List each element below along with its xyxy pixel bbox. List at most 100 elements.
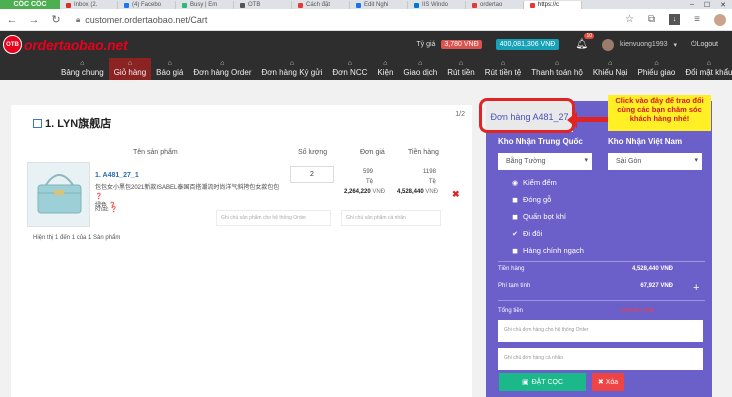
url-text: customer.ordertaobao.net/Cart [85, 14, 208, 25]
browser-tab[interactable]: (4) Facebo [118, 1, 176, 9]
fee-label: Phí tạm tính [498, 283, 531, 289]
menu-item[interactable]: ⌂ Khiếu Nại [588, 58, 633, 80]
menu-label: Thanh toán hộ [531, 68, 583, 77]
menu-icon: ⌂ [608, 60, 613, 67]
menu-icon: ⌂ [220, 60, 225, 67]
amount-vnd-value: 4,528,440 [397, 189, 424, 195]
total-label: Tổng tiền [498, 308, 524, 314]
menu-item[interactable]: ⌂ Đổi mật khẩu [680, 58, 732, 80]
balance-badge[interactable]: 400,081,306 VNĐ [495, 39, 560, 50]
product-name-text: 包包女小黑包2021新款ISABEL泰国百搭潮流时尚洋气斜挎包女款包包 [95, 185, 280, 191]
browser-tab[interactable]: IIS Windo [408, 1, 466, 9]
warehouse-vn-select[interactable]: Sài Gòn ▾ [608, 153, 702, 170]
tab-favicon-icon [414, 2, 419, 8]
browser-tab[interactable]: Inbox (2. [60, 1, 118, 9]
download-icon[interactable]: ↓ [669, 14, 681, 25]
tab-label: Busy | Em [190, 2, 218, 8]
star-icon[interactable]: ☆ [625, 14, 634, 25]
browser-logo[interactable]: CỐC CỐC [0, 0, 60, 9]
menu-item[interactable]: ⌂ Thanh toán hộ [526, 58, 588, 80]
menu-item[interactable]: ⌂ Kiện [372, 58, 398, 80]
col-unit-price: Đơn giá [360, 149, 385, 156]
menu-item[interactable]: ⌂ Rút tiền tệ [480, 58, 526, 80]
browser-tab[interactable]: https://c [524, 1, 582, 9]
shop-checkbox[interactable] [33, 118, 42, 128]
amount-cny: 1198 Tệ [423, 167, 436, 187]
browser-tab[interactable]: OTB [234, 1, 292, 9]
service-option[interactable]: ◼ Quấn bọt khí [511, 212, 566, 221]
menu-item[interactable]: ⌂ Đơn NCC [327, 58, 372, 80]
menu-label: Khiếu Nại [592, 68, 628, 77]
menu-item[interactable]: ⌂ Giao dịch [398, 58, 442, 80]
service-option[interactable]: ◉ Kiểm đếm [511, 178, 557, 187]
menu-icon: ⌂ [127, 60, 133, 67]
deposit-button[interactable]: ▣ ĐẶT CỌC [499, 373, 586, 391]
help-icon[interactable]: ❓ [95, 194, 102, 200]
service-icon: ◼ [512, 213, 518, 221]
notification-count: 10 [584, 33, 595, 39]
amount-cny-value: 1198 [423, 169, 436, 175]
back-arrow-icon[interactable]: ← [6, 14, 18, 26]
menu-icon: ⌂ [383, 60, 388, 67]
menu-item[interactable]: ⌂ Giỏ hàng [108, 58, 152, 80]
browser-tab[interactable]: Edit Nghi [350, 1, 408, 9]
tab-favicon-icon [356, 2, 361, 8]
url-field[interactable]: 🔒︎ customer.ordertaobao.net/Cart [76, 15, 207, 25]
product-code-link[interactable]: 1. A481_27_1 [95, 172, 139, 179]
product-image[interactable] [27, 162, 90, 227]
plus-icon[interactable]: + [693, 282, 699, 294]
total-row: Tổng tiền [498, 308, 705, 314]
chevron-down-icon[interactable]: ▾ [674, 41, 678, 49]
menu-icon: ⌂ [706, 60, 712, 67]
menu-item[interactable]: ⌂ Rút tiền [442, 58, 480, 80]
browser-tab[interactable]: Busy | Em [176, 1, 234, 9]
amount-vnd: 4,528,440 VNĐ [397, 189, 438, 195]
tab-label: https://c [538, 2, 560, 8]
browser-tab[interactable]: ordertao [466, 1, 524, 9]
browser-tab[interactable]: Cách đặt [292, 1, 350, 9]
extension-icon[interactable]: ⧉ [648, 14, 655, 25]
close-window-button[interactable]: ✕ [720, 1, 726, 9]
annotation-arrow [575, 117, 609, 122]
service-option[interactable]: ◼ Đóng gỗ [511, 195, 551, 204]
menu-icon: ⌂ [458, 60, 464, 67]
profile-avatar[interactable] [714, 13, 726, 26]
menu-item[interactable]: ⌂ Phiếu giao [633, 58, 681, 80]
warehouse-cn-select[interactable]: Bằng Tường ▾ [498, 153, 592, 170]
forward-arrow-icon[interactable]: → [28, 14, 40, 26]
address-bar: ← → ↻ 🔒︎ customer.ordertaobao.net/Cart ☆… [0, 9, 732, 31]
menu-item[interactable]: ⌂ Báo giá [151, 58, 188, 80]
main-menu: ⌂ Bảng chung ⌂ Giỏ hàng ⌂ Báo giá ⌂ Đơn hàng Or… [0, 58, 732, 80]
user-avatar[interactable] [602, 38, 615, 51]
menu-icon: ⌂ [80, 60, 85, 67]
remove-item-icon[interactable]: ✖ [452, 189, 460, 200]
order-note-system[interactable]: Ghi chú đơn hàng cho hệ thống Order [498, 320, 703, 342]
tab-label: Cách đặt [306, 2, 331, 8]
menu-list-icon[interactable]: ≡ [694, 14, 700, 25]
product-name: 包包女小黑包2021新款ISABEL泰国百搭潮流时尚洋气斜挎包女款包包 ❓ 绿色… [95, 184, 285, 211]
reload-icon[interactable]: ↻ [50, 13, 62, 26]
order-note-private[interactable]: Ghi chú đơn hàng cá nhân [498, 348, 703, 370]
menu-label: Giỏ hàng [113, 68, 147, 77]
warehouse-vn-value: Sài Gòn [616, 158, 642, 165]
product-note-private[interactable]: Ghi chú sản phẩm cá nhân [341, 210, 441, 226]
maximize-button[interactable]: ☐ [704, 1, 710, 9]
product-note-system[interactable]: Ghi chú sản phẩm cho hệ thống Order [216, 210, 331, 226]
service-option[interactable]: ◼ Hàng chính ngạch [511, 246, 584, 255]
unit-currency: Tệ [366, 179, 374, 185]
menu-item[interactable]: ⌂ Đơn hàng Ký gửi [256, 58, 327, 80]
menu-item[interactable]: ⌂ Đơn hàng Order [188, 58, 256, 80]
quantity-input[interactable]: 2 [290, 166, 334, 183]
menu-item[interactable]: ⌂ Bảng chung [56, 58, 109, 80]
rate-label: Tỷ giá [416, 41, 436, 48]
page-indicator: 1/2 [455, 111, 465, 118]
site-logo[interactable]: OTB ordertaobao.net [0, 35, 128, 54]
service-option[interactable]: ✔ Đi đôi [511, 229, 542, 238]
notification-bell-icon[interactable]: 🔔︎ 10 [575, 33, 595, 50]
logout-link[interactable]: ⏻Logout [691, 41, 718, 49]
minimize-button[interactable]: – [690, 1, 694, 9]
menu-icon: ⌂ [554, 60, 560, 67]
tab-label: (4) Facebo [132, 2, 162, 8]
username[interactable]: kienvuong1993 [620, 41, 668, 48]
delete-button[interactable]: ✖ Xóa [592, 373, 624, 391]
